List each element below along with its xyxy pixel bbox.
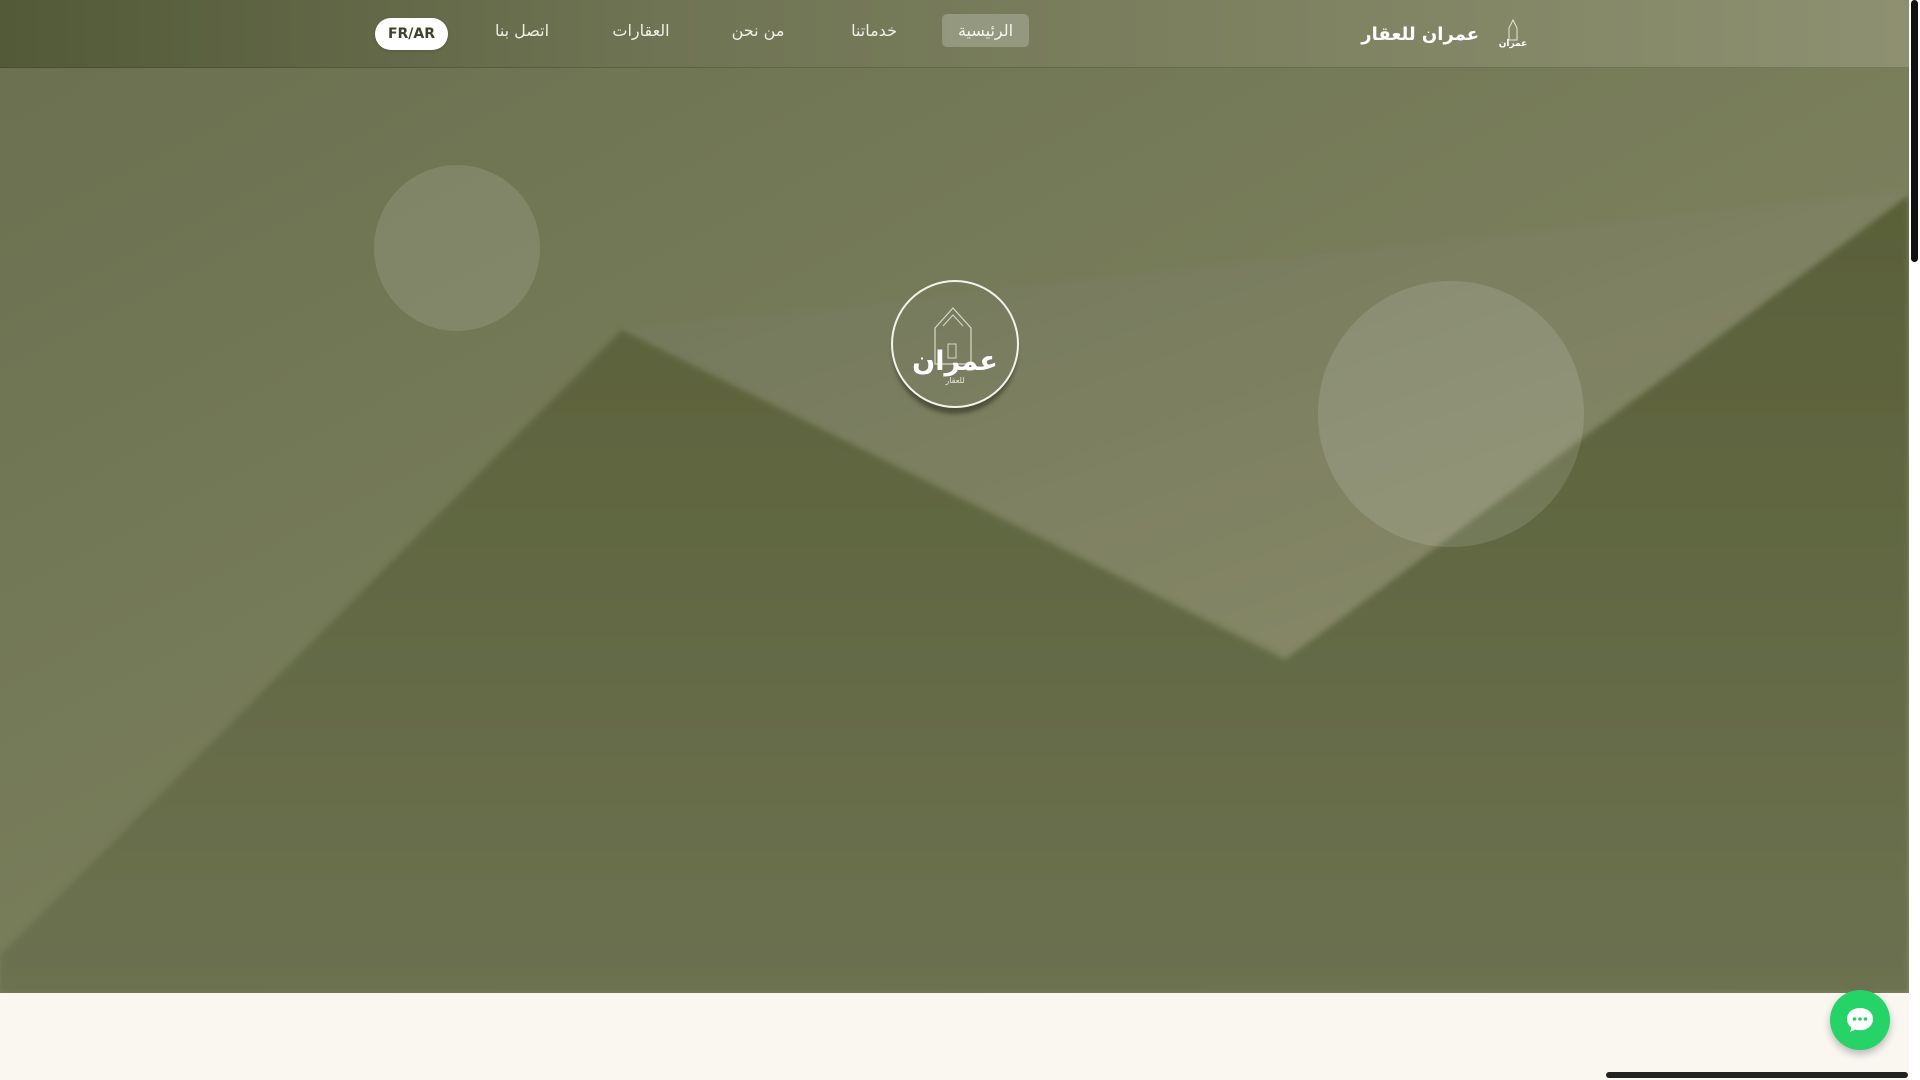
omran-logo-icon[interactable]: عمران — [1497, 16, 1529, 50]
next-section-top — [0, 993, 1909, 1070]
top-navbar: FR/AR اتصل بنا العقارات من نحن خدماتنا ا… — [0, 0, 1909, 68]
horizontal-scroll-indicator[interactable] — [1606, 1072, 1908, 1078]
nav-home[interactable]: الرئيسية — [942, 14, 1029, 47]
hero-logo-text: عمران — [912, 346, 998, 377]
chat-bubble-icon — [1847, 1008, 1873, 1032]
scrollbar-thumb[interactable] — [1911, 0, 1918, 262]
nav-contact[interactable]: اتصل بنا — [487, 14, 557, 47]
vertical-scrollbar[interactable] — [1909, 0, 1920, 1080]
language-toggle-button[interactable]: FR/AR — [375, 18, 448, 50]
decor-circle-left — [374, 165, 540, 331]
page: عمران للعقار FR/AR اتصل بنا العقارات من … — [0, 0, 1920, 1080]
decor-circle-right — [1318, 281, 1584, 547]
hero-section: عمران للعقار — [0, 0, 1909, 993]
hero-logo: عمران للعقار — [891, 280, 1019, 408]
hero-background — [0, 0, 1909, 993]
nav-about[interactable]: من نحن — [726, 14, 790, 47]
chat-button[interactable] — [1830, 990, 1890, 1050]
hero-logo-subtext: للعقار — [945, 376, 965, 385]
svg-text:عمران: عمران — [1499, 39, 1528, 49]
brand-name[interactable]: عمران للعقار — [1361, 18, 1479, 50]
nav-services[interactable]: خدماتنا — [842, 14, 906, 47]
nav-properties[interactable]: العقارات — [601, 14, 681, 47]
